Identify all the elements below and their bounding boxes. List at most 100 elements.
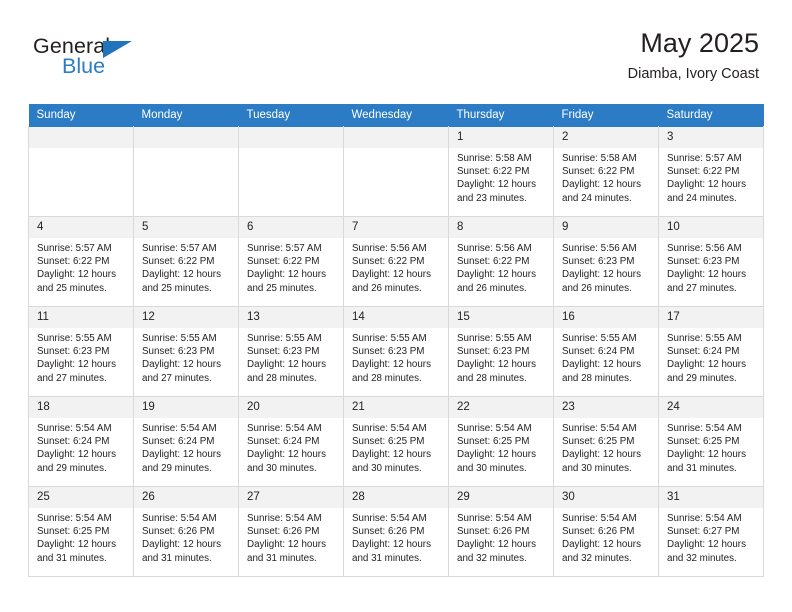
- sun-info-sunset: Sunset: 6:26 PM: [352, 526, 425, 538]
- day-cell-content: 16 Sunrise: 5:55 AM Sunset: 6:24 PM Dayligh…: [554, 307, 658, 396]
- day-number: 23: [554, 397, 658, 418]
- sun-info-daylight1: Daylight: 12 hours: [247, 269, 326, 281]
- sun-info-sunrise: Sunrise: 5:54 AM: [37, 423, 112, 434]
- sun-info-daylight1: Daylight: 12 hours: [667, 449, 746, 461]
- sun-info-daylight1: Daylight: 12 hours: [457, 179, 536, 191]
- sun-info-sunset: Sunset: 6:23 PM: [247, 346, 320, 358]
- sun-info-daylight2: and 30 minutes.: [247, 462, 317, 474]
- day-cell-content: 15 Sunrise: 5:55 AM Sunset: 6:23 PM Dayligh…: [449, 307, 553, 396]
- day-cell-content: 29 Sunrise: 5:54 AM Sunset: 6:26 PM Dayligh…: [449, 487, 553, 576]
- calendar-day-cell[interactable]: 21 Sunrise: 5:54 AM Sunset: 6:25 PM Dayligh…: [343, 396, 449, 487]
- day-number: 31: [659, 487, 763, 508]
- sun-info: Sunrise: 5:56 AM Sunset: 6:22 PM Daylight:…: [344, 238, 448, 295]
- calendar-day-cell[interactable]: 16 Sunrise: 5:55 AM Sunset: 6:24 PM Dayligh…: [553, 306, 659, 397]
- day-number: 2: [554, 127, 658, 148]
- calendar-day-cell[interactable]: 5 Sunrise: 5:57 AM Sunset: 6:22 PM Daylight…: [133, 216, 239, 307]
- day-cell-content: 14 Sunrise: 5:55 AM Sunset: 6:23 PM Dayligh…: [344, 307, 448, 396]
- sun-info: Sunrise: 5:55 AM Sunset: 6:24 PM Daylight:…: [659, 328, 763, 385]
- day-cell-content: 7 Sunrise: 5:56 AM Sunset: 6:22 PM Daylight…: [344, 217, 448, 306]
- sun-info-sunset: Sunset: 6:23 PM: [562, 256, 635, 268]
- sun-info-daylight2: and 30 minutes.: [352, 462, 422, 474]
- day-cell-content: 19 Sunrise: 5:54 AM Sunset: 6:24 PM Dayligh…: [134, 397, 238, 486]
- sun-info-daylight2: and 27 minutes.: [142, 372, 212, 384]
- day-number: 3: [659, 127, 763, 148]
- sun-info-sunrise: Sunrise: 5:54 AM: [352, 513, 427, 524]
- calendar-day-cell[interactable]: 15 Sunrise: 5:55 AM Sunset: 6:23 PM Dayligh…: [448, 306, 554, 397]
- calendar-day-cell[interactable]: 23 Sunrise: 5:54 AM Sunset: 6:25 PM Dayligh…: [553, 396, 659, 487]
- day-cell-content: 28 Sunrise: 5:54 AM Sunset: 6:26 PM Dayligh…: [344, 487, 448, 576]
- sun-info-sunrise: Sunrise: 5:55 AM: [37, 333, 112, 344]
- sun-info: Sunrise: 5:54 AM Sunset: 6:26 PM Daylight:…: [239, 508, 343, 565]
- sun-info-daylight1: Daylight: 12 hours: [457, 449, 536, 461]
- calendar-header-row: Sunday Monday Tuesday Wednesday Thursday Frid…: [28, 104, 764, 127]
- day-number: 30: [554, 487, 658, 508]
- calendar-day-cell[interactable]: 6 Sunrise: 5:57 AM Sunset: 6:22 PM Daylight…: [238, 216, 344, 307]
- calendar-day-cell[interactable]: 19 Sunrise: 5:54 AM Sunset: 6:24 PM Dayligh…: [133, 396, 239, 487]
- day-cell-content: 11 Sunrise: 5:55 AM Sunset: 6:23 PM Dayligh…: [29, 307, 133, 396]
- sun-info-daylight2: and 26 minutes.: [562, 282, 632, 294]
- sun-info: Sunrise: 5:54 AM Sunset: 6:26 PM Daylight:…: [449, 508, 553, 565]
- sun-info-sunrise: Sunrise: 5:54 AM: [457, 423, 532, 434]
- calendar-day-cell[interactable]: 30 Sunrise: 5:54 AM Sunset: 6:26 PM Dayligh…: [553, 486, 659, 577]
- calendar-day-cell[interactable]: 3 Sunrise: 5:57 AM Sunset: 6:22 PM Daylight…: [658, 126, 764, 217]
- day-number: 17: [659, 307, 763, 328]
- sun-info: Sunrise: 5:56 AM Sunset: 6:23 PM Daylight:…: [554, 238, 658, 295]
- sun-info-sunset: Sunset: 6:23 PM: [142, 346, 215, 358]
- calendar-day-cell[interactable]: 14 Sunrise: 5:55 AM Sunset: 6:23 PM Dayligh…: [343, 306, 449, 397]
- sun-info-sunset: Sunset: 6:23 PM: [457, 346, 530, 358]
- calendar-day-cell[interactable]: 4 Sunrise: 5:57 AM Sunset: 6:22 PM Daylight…: [28, 216, 134, 307]
- calendar-day-cell[interactable]: 17 Sunrise: 5:55 AM Sunset: 6:24 PM Dayligh…: [658, 306, 764, 397]
- sun-info-sunrise: Sunrise: 5:57 AM: [142, 243, 217, 254]
- calendar-day-cell[interactable]: 20 Sunrise: 5:54 AM Sunset: 6:24 PM Dayligh…: [238, 396, 344, 487]
- sun-info-daylight1: Daylight: 12 hours: [247, 449, 326, 461]
- calendar-day-cell[interactable]: 25 Sunrise: 5:54 AM Sunset: 6:25 PM Dayligh…: [28, 486, 134, 577]
- calendar-day-cell[interactable]: 29 Sunrise: 5:54 AM Sunset: 6:26 PM Dayligh…: [448, 486, 554, 577]
- sun-info-daylight2: and 31 minutes.: [352, 552, 422, 564]
- calendar-day-cell[interactable]: 2 Sunrise: 5:58 AM Sunset: 6:22 PM Daylight…: [553, 126, 659, 217]
- sun-info-sunrise: Sunrise: 5:54 AM: [352, 423, 427, 434]
- sun-info-sunrise: Sunrise: 5:55 AM: [352, 333, 427, 344]
- calendar-day-cell[interactable]: 11 Sunrise: 5:55 AM Sunset: 6:23 PM Dayligh…: [28, 306, 134, 397]
- calendar-day-cell[interactable]: 27 Sunrise: 5:54 AM Sunset: 6:26 PM Dayligh…: [238, 486, 344, 577]
- calendar-day-cell[interactable]: 31 Sunrise: 5:54 AM Sunset: 6:27 PM Dayligh…: [658, 486, 764, 577]
- calendar-day-cell[interactable]: 26 Sunrise: 5:54 AM Sunset: 6:26 PM Dayligh…: [133, 486, 239, 577]
- sun-info-sunrise: Sunrise: 5:54 AM: [667, 513, 742, 524]
- calendar-day-cell[interactable]: 18 Sunrise: 5:54 AM Sunset: 6:24 PM Dayligh…: [28, 396, 134, 487]
- sun-info: Sunrise: 5:56 AM Sunset: 6:22 PM Daylight:…: [449, 238, 553, 295]
- sun-info-sunrise: Sunrise: 5:54 AM: [142, 513, 217, 524]
- sun-info-sunset: Sunset: 6:22 PM: [247, 256, 320, 268]
- calendar-day-cell[interactable]: 9 Sunrise: 5:56 AM Sunset: 6:23 PM Daylight…: [553, 216, 659, 307]
- calendar-day-cell[interactable]: 24 Sunrise: 5:54 AM Sunset: 6:25 PM Dayligh…: [658, 396, 764, 487]
- sun-info-daylight2: and 26 minutes.: [352, 282, 422, 294]
- sun-info-sunrise: Sunrise: 5:55 AM: [247, 333, 322, 344]
- calendar-day-cell[interactable]: 22 Sunrise: 5:54 AM Sunset: 6:25 PM Dayligh…: [448, 396, 554, 487]
- day-number: 29: [449, 487, 553, 508]
- calendar-day-cell[interactable]: 7 Sunrise: 5:56 AM Sunset: 6:22 PM Daylight…: [343, 216, 449, 307]
- calendar-page: General Blue May 2025 Diamba, Ivory Coas…: [0, 0, 792, 612]
- sun-info-sunset: Sunset: 6:25 PM: [352, 436, 425, 448]
- sun-info-daylight1: Daylight: 12 hours: [457, 359, 536, 371]
- calendar-day-cell[interactable]: 28 Sunrise: 5:54 AM Sunset: 6:26 PM Dayligh…: [343, 486, 449, 577]
- sun-info-sunrise: Sunrise: 5:54 AM: [562, 423, 637, 434]
- calendar-week-row: 1 Sunrise: 5:58 AM Sunset: 6:22 PM Daylight…: [28, 126, 764, 217]
- day-number: 4: [29, 217, 133, 238]
- sun-info-daylight1: Daylight: 12 hours: [247, 359, 326, 371]
- sun-info: Sunrise: 5:54 AM Sunset: 6:26 PM Daylight:…: [134, 508, 238, 565]
- calendar-day-cell[interactable]: 12 Sunrise: 5:55 AM Sunset: 6:23 PM Dayligh…: [133, 306, 239, 397]
- sun-info-daylight2: and 24 minutes.: [562, 192, 632, 204]
- sun-info: Sunrise: 5:54 AM Sunset: 6:25 PM Daylight:…: [344, 418, 448, 475]
- sun-info: Sunrise: 5:54 AM Sunset: 6:27 PM Daylight:…: [659, 508, 763, 565]
- sun-info-daylight1: Daylight: 12 hours: [457, 539, 536, 551]
- calendar-week-row: 25 Sunrise: 5:54 AM Sunset: 6:25 PM Dayligh…: [28, 486, 764, 577]
- day-cell-content: [134, 127, 238, 216]
- day-number: 8: [449, 217, 553, 238]
- calendar-day-cell[interactable]: 8 Sunrise: 5:56 AM Sunset: 6:22 PM Daylight…: [448, 216, 554, 307]
- calendar-day-cell[interactable]: 13 Sunrise: 5:55 AM Sunset: 6:23 PM Dayligh…: [238, 306, 344, 397]
- sun-info-sunrise: Sunrise: 5:54 AM: [247, 423, 322, 434]
- sun-info-sunrise: Sunrise: 5:55 AM: [142, 333, 217, 344]
- day-number: 10: [659, 217, 763, 238]
- sun-info-sunrise: Sunrise: 5:56 AM: [352, 243, 427, 254]
- calendar-day-cell[interactable]: 10 Sunrise: 5:56 AM Sunset: 6:23 PM Dayligh…: [658, 216, 764, 307]
- sun-info-sunset: Sunset: 6:24 PM: [142, 436, 215, 448]
- calendar-day-cell[interactable]: 1 Sunrise: 5:58 AM Sunset: 6:22 PM Daylight…: [448, 126, 554, 217]
